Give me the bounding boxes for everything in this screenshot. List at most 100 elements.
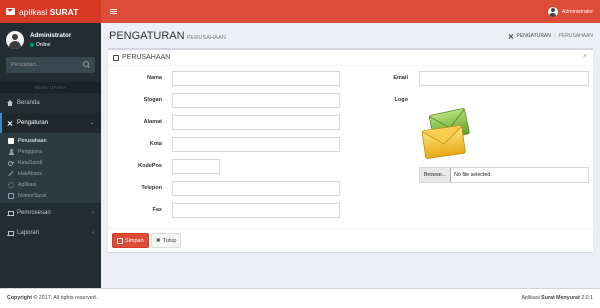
search-input[interactable]: [11, 62, 81, 68]
top-user-name: Administrator: [561, 8, 593, 15]
laptop-icon: [7, 210, 14, 216]
footer-copyright: Copyright © 2017. All rights reserved.: [7, 295, 97, 301]
chevron-down-icon: ⌄: [89, 120, 94, 126]
submenu-item-label: Pengguna: [18, 148, 43, 155]
sidebar-search: [6, 57, 95, 73]
file-status-text: No file selected.: [454, 172, 492, 178]
submenu-pengaturan: Perusahaan Pengguna KataSandi HakAkses A…: [0, 133, 101, 203]
box-header: PERUSAHAAN: [108, 50, 593, 66]
list-icon: [8, 192, 14, 199]
submenu-item-hakakses[interactable]: HakAkses: [0, 168, 101, 179]
box-title: PERUSAHAAN: [122, 54, 171, 61]
content-header: PENGATURAN PERUSAHAAN PENGATURAN › PERUSA…: [101, 23, 600, 46]
wrench-icon: [508, 33, 514, 39]
submenu-item-label: HakAkses: [18, 170, 42, 177]
browse-button[interactable]: Browse...: [420, 168, 452, 182]
page-title: PENGATURAN PERUSAHAAN: [109, 30, 226, 42]
submenu-item-pengguna[interactable]: Pengguna: [0, 146, 101, 157]
breadcrumb-separator: ›: [553, 33, 556, 39]
top-navbar: Administrator: [101, 0, 600, 23]
app-name: Surat Menyurat: [541, 295, 580, 301]
nama-field[interactable]: [172, 71, 340, 86]
sidebar-item-label: Pemrosesan: [17, 210, 51, 216]
sidebar-item-label: Beranda: [17, 100, 40, 106]
sidebar-item-label: Laporan: [17, 230, 40, 236]
page-title-text: PENGATURAN: [109, 30, 185, 42]
app-logo[interactable]: aplikasi SURAT: [0, 0, 101, 23]
close-icon[interactable]: ×: [583, 53, 587, 60]
logo-suffix: SURAT: [49, 6, 79, 17]
user-icon: [8, 148, 14, 155]
breadcrumb-item[interactable]: PENGATURAN: [517, 33, 551, 39]
chevron-left-icon: ‹: [92, 210, 94, 216]
submenu-item-perusahaan[interactable]: Perusahaan: [0, 135, 101, 146]
wrench-icon: [8, 171, 14, 177]
laptop-icon: [7, 230, 14, 236]
kodepos-field[interactable]: [172, 159, 220, 174]
alamat-field[interactable]: [172, 115, 340, 130]
sidebar-item-laporan[interactable]: Laporan ‹: [0, 223, 101, 243]
submenu-item-katasandi[interactable]: KataSandi: [0, 157, 101, 168]
submenu-item-aplikasi[interactable]: Aplikasi: [0, 179, 101, 190]
envelope-icon: [6, 8, 15, 15]
search-icon[interactable]: [83, 61, 90, 68]
email-label: Email: [393, 75, 408, 81]
page-subtitle: PERUSAHAAN: [186, 35, 227, 41]
list-icon: [113, 54, 119, 61]
email-field[interactable]: [419, 71, 589, 86]
sidebar-item-pengaturan[interactable]: Pengaturan ⌄: [0, 113, 101, 133]
gear-icon: [8, 181, 14, 188]
copyright-text: 2017. All rights reserved.: [37, 295, 98, 301]
save-icon: [117, 237, 123, 244]
telepon-label: Telepon: [141, 185, 162, 191]
user-avatar-icon: [547, 6, 558, 17]
key-icon: [8, 160, 14, 166]
kota-label: Kota: [149, 141, 162, 147]
breadcrumb-current: PERUSAHAAN: [558, 33, 593, 39]
company-logo-image: [421, 108, 470, 159]
app-prefix: Aplikasi: [521, 295, 542, 301]
user-panel: Administrator Online: [0, 25, 101, 54]
close-button-label: Tutup: [162, 237, 177, 244]
chevron-left-icon: ‹: [92, 230, 94, 236]
submenu-item-label: NomorSurat: [18, 192, 47, 199]
kodepos-label: KodePos: [138, 163, 162, 169]
submenu-item-label: Perusahaan: [18, 137, 47, 144]
close-button[interactable]: ✖ Tutup: [151, 233, 182, 248]
footer-version: Aplikasi Surat Menyurat 2.0.1: [521, 295, 593, 301]
menu-toggle-icon[interactable]: [110, 9, 117, 14]
building-icon: [8, 137, 14, 144]
slogan-field[interactable]: [172, 93, 340, 108]
avatar: [6, 30, 24, 49]
fax-field[interactable]: [172, 203, 340, 218]
logo-file-input[interactable]: Browse... No file selected.: [419, 167, 589, 183]
user-name: Administrator: [30, 31, 72, 39]
slogan-label: Slogan: [143, 97, 162, 103]
telepon-field[interactable]: [172, 181, 340, 196]
copyright-label: Copyright ©: [7, 295, 38, 301]
logo-label: Logo: [394, 97, 408, 103]
user-status: Online: [30, 42, 71, 48]
kota-field[interactable]: [172, 137, 340, 152]
online-dot-icon: [30, 42, 34, 47]
sidebar-item-beranda[interactable]: Beranda: [0, 93, 101, 113]
submenu-item-nomorsurat[interactable]: NomorSurat: [0, 190, 101, 201]
company-form-box: PERUSAHAAN × Nama Slogan Alamat Kota Kod…: [108, 48, 593, 252]
box-footer: Simpan ✖ Tutup: [108, 228, 593, 252]
app-version: 2.0.1: [579, 295, 593, 301]
sidebar-item-pemrosesan[interactable]: Pemrosesan ‹: [0, 203, 101, 223]
sidebar-item-label: Pengaturan: [17, 120, 49, 126]
close-x-icon: ✖: [156, 237, 161, 244]
fax-label: Fax: [152, 207, 162, 213]
nama-label: Nama: [147, 75, 162, 81]
home-icon: [7, 100, 13, 106]
submenu-item-label: KataSandi: [18, 159, 43, 166]
sidebar: aplikasi SURAT Administrator Online MENU…: [0, 0, 101, 288]
save-button[interactable]: Simpan: [112, 233, 149, 248]
save-button-label: Simpan: [125, 237, 144, 244]
top-user-menu[interactable]: Administrator: [547, 6, 593, 17]
wrench-icon: [7, 120, 13, 126]
alamat-label: Alamat: [143, 119, 162, 125]
logo-prefix: aplikasi: [19, 6, 48, 17]
page-footer: Copyright © 2017. All rights reserved. A…: [0, 288, 600, 308]
